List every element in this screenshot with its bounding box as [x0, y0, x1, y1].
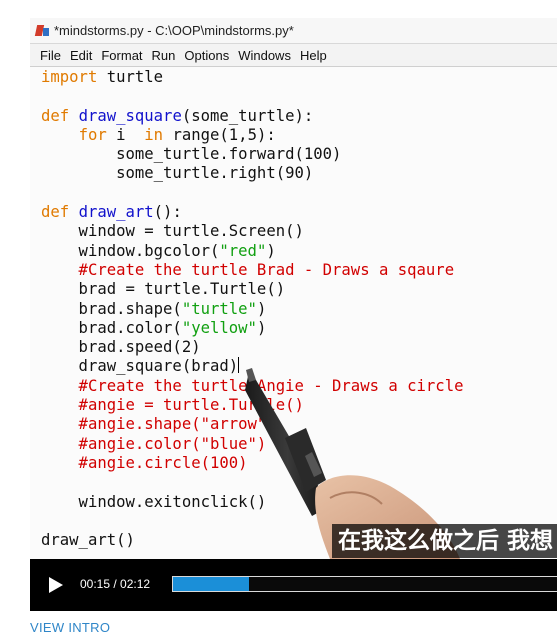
subtitle-caption: 在我这么做之后 我想 [331, 524, 557, 558]
code-line: draw_square(brad) [41, 357, 240, 376]
video-player[interactable]: *mindstorms.py - C:\OOP\mindstorms.py* F… [30, 18, 557, 611]
code-line-comment: #angie.shape("arrow") [41, 415, 276, 434]
code-line: def draw_square(some_turtle): [41, 106, 314, 125]
menu-format[interactable]: Format [101, 48, 142, 63]
menu-edit[interactable]: Edit [70, 48, 92, 63]
menu-file[interactable]: File [40, 48, 61, 63]
time-display: 00:15 / 02:12 [80, 577, 151, 591]
play-button[interactable] [44, 574, 66, 596]
menu-options[interactable]: Options [184, 48, 229, 63]
menu-help[interactable]: Help [300, 48, 327, 63]
code-line: import turtle [41, 68, 164, 86]
code-line: brad = turtle.Turtle() [41, 280, 286, 299]
progress-bar[interactable] [172, 576, 557, 592]
progress-bar-fill [173, 577, 249, 591]
code-editor[interactable]: import turtle def draw_square(some_turtl… [30, 67, 557, 559]
video-frame[interactable]: *mindstorms.py - C:\OOP\mindstorms.py* F… [30, 18, 557, 559]
code-line: brad.shape("turtle") [41, 299, 267, 318]
code-line-comment: #angie = turtle.Turtle() [41, 396, 304, 415]
code-line: def draw_art(): [41, 203, 182, 222]
menu-windows[interactable]: Windows [238, 48, 291, 63]
window-title: *mindstorms.py - C:\OOP\mindstorms.py* [54, 23, 294, 38]
menu-bar: File Edit Format Run Options Windows Hel… [30, 44, 557, 67]
code-line-comment: #Create the turtle Angie - Draws a circl… [41, 376, 464, 395]
video-controls: 00:15 / 02:12 [30, 559, 557, 611]
code-line-comment: #Create the turtle Brad - Draws a sqaure [41, 260, 455, 279]
code-line: for i in range(1,5): [78, 125, 276, 144]
view-intro-link[interactable]: VIEW INTRO [30, 620, 110, 635]
code-line-comment: #angie.color("blue") [41, 434, 267, 453]
code-line: some_turtle.forward(100) [41, 145, 342, 164]
code-text: import turtle def draw_square(some_turtl… [41, 68, 463, 550]
code-line: window = turtle.Screen() [41, 222, 304, 241]
code-line-comment: #angie.circle(100) [41, 453, 248, 472]
text-cursor [238, 357, 240, 374]
menu-run[interactable]: Run [152, 48, 176, 63]
code-line: brad.color("yellow") [41, 318, 267, 337]
code-line: brad.speed(2) [41, 338, 201, 357]
code-line: some_turtle.right(90) [41, 164, 314, 183]
play-icon [49, 577, 63, 593]
code-line: draw_art() [41, 531, 135, 550]
python-idle-icon [34, 24, 50, 38]
code-line: window.bgcolor("red") [41, 241, 276, 260]
window-titlebar: *mindstorms.py - C:\OOP\mindstorms.py* [30, 18, 557, 44]
code-line: window.exitonclick() [41, 492, 267, 511]
